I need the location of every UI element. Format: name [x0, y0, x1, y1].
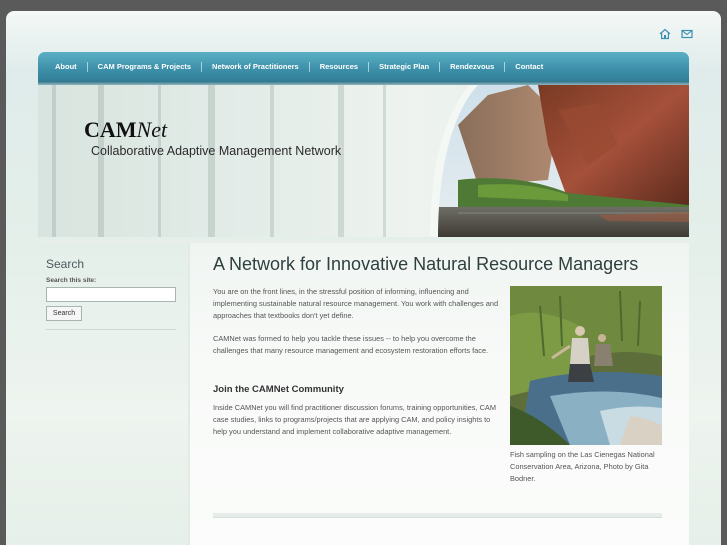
search-button[interactable]: Search — [46, 306, 82, 321]
intro-paragraph: You are on the front lines, in the stres… — [213, 287, 499, 320]
about-paragraph: CAMNet was formed to help you tackle the… — [213, 334, 489, 355]
page-title: A Network for Innovative Natural Resourc… — [213, 254, 639, 274]
search-heading: Search — [46, 257, 85, 271]
top-icons — [659, 28, 693, 40]
content-footer-divider — [213, 513, 662, 518]
nav-rendezvous[interactable]: Rendezvous — [440, 61, 506, 72]
site-tagline: Collaborative Adaptive Management Networ… — [91, 144, 342, 158]
site-logo[interactable]: CAMNet — [84, 117, 167, 143]
nav-cam-programs-projects[interactable]: CAM Programs & Projects — [88, 61, 203, 72]
header-banner: CAMNet Collaborative Adaptive Management… — [38, 85, 689, 237]
search-input[interactable] — [46, 287, 176, 302]
fish-sampling-photo — [510, 286, 662, 445]
canyon-river-photo — [430, 85, 689, 237]
main-content: A Network for Innovative Natural Resourc… — [190, 243, 689, 545]
nav-network-of-practitioners[interactable]: Network of Practitioners — [202, 61, 310, 72]
sidebar-divider — [46, 329, 176, 330]
photo-caption: Fish sampling on the Las Cienegas Nation… — [510, 450, 655, 483]
home-icon[interactable] — [659, 28, 671, 40]
join-paragraph: Inside CAMNet you will find practitioner… — [213, 403, 497, 436]
sidebar: Search Search this site: Search — [38, 243, 190, 545]
join-heading: Join the CAMNet Community — [213, 384, 344, 395]
nav-resources[interactable]: Resources — [310, 61, 370, 72]
main-navigation: About CAM Programs & Projects Network of… — [38, 52, 689, 81]
mail-icon[interactable] — [681, 28, 693, 40]
page: About CAM Programs & Projects Network of… — [6, 11, 721, 545]
nav-strategic-plan[interactable]: Strategic Plan — [369, 61, 441, 72]
nav-contact[interactable]: Contact — [505, 62, 553, 72]
nav-about[interactable]: About — [45, 61, 88, 72]
search-label: Search this site: — [46, 277, 97, 284]
